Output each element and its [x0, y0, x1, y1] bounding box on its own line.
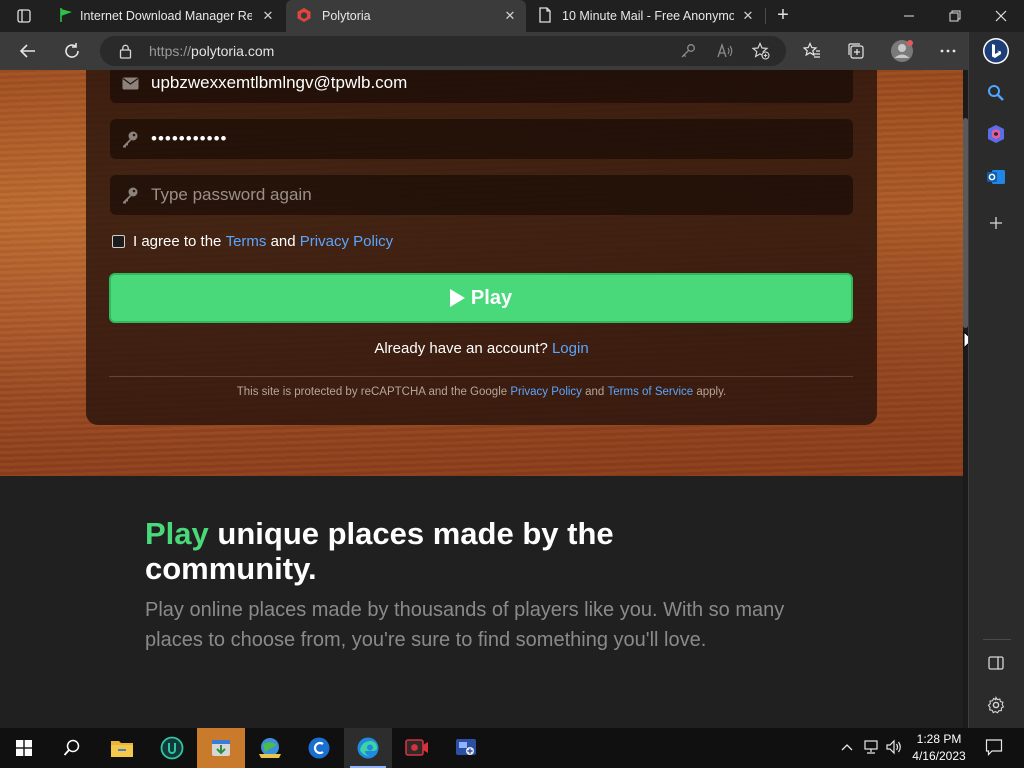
recaptcha-and: and — [585, 386, 605, 398]
key-icon — [121, 130, 139, 148]
tab-title: Polytoria — [322, 9, 371, 23]
close-tab-icon[interactable]: ✕ — [740, 8, 756, 24]
agree-prefix: I agree to the — [133, 233, 222, 250]
browser-toolbar: https://polytoria.com — [0, 32, 1024, 70]
file-explorer-icon[interactable] — [98, 728, 146, 768]
more-options-icon[interactable] — [933, 37, 963, 65]
url-scheme: https:// — [149, 43, 192, 59]
settings-gear-icon[interactable] — [983, 692, 1009, 718]
recaptcha-notice: This site is protected by reCAPTCHA and … — [86, 386, 877, 398]
edge-sidebar — [968, 32, 1024, 728]
read-aloud-icon[interactable] — [716, 42, 734, 60]
polytoria-logo-icon — [296, 7, 322, 26]
promo-body: Play online places made by thousands of … — [145, 599, 785, 651]
address-bar[interactable]: https://polytoria.com — [100, 36, 786, 66]
login-prompt-text: Already have an account? — [374, 340, 548, 357]
screen-recorder-icon[interactable] — [393, 728, 441, 768]
taskbar-clock[interactable]: 1:28 PM 4/16/2023 — [904, 731, 974, 765]
promo-heading-highlight: Play — [145, 516, 209, 551]
ccleaner-icon[interactable] — [295, 728, 343, 768]
key-icon[interactable] — [679, 42, 697, 60]
uplay-icon[interactable] — [148, 728, 196, 768]
clock-date: 4/16/2023 — [912, 749, 966, 763]
notifications-icon[interactable] — [983, 738, 1005, 756]
envelope-icon — [121, 74, 139, 92]
tab-actions-icon[interactable] — [8, 4, 40, 28]
sidebar-divider — [983, 639, 1011, 640]
recaptcha-prefix: This site is protected by reCAPTCHA and … — [236, 386, 508, 398]
tab-divider — [765, 8, 766, 24]
search-icon[interactable] — [48, 728, 96, 768]
edge-browser-icon[interactable] — [344, 728, 392, 768]
network-icon[interactable] — [862, 738, 880, 756]
password-value: ••••••••••• — [151, 129, 228, 148]
agree-and: and — [270, 233, 296, 250]
close-tab-icon[interactable]: ✕ — [260, 8, 276, 24]
tab-10-minute-mail[interactable]: 10 Minute Mail - Free Anonymou ✕ — [528, 0, 764, 32]
collections-icon[interactable] — [841, 37, 871, 65]
terms-link[interactable]: Terms — [226, 233, 267, 250]
confirm-password-field[interactable]: Type password again — [110, 175, 853, 215]
back-button[interactable] — [13, 37, 43, 65]
close-tab-icon[interactable]: ✕ — [502, 8, 518, 24]
hide-sidebar-icon[interactable] — [983, 650, 1009, 676]
web-page: upbzwexxemtlbmlngv@tpwlb.com •••••••••••… — [0, 70, 963, 728]
restore-button[interactable] — [932, 0, 978, 32]
network-globe-icon[interactable] — [246, 728, 294, 768]
recaptcha-suffix: apply. — [696, 386, 727, 398]
play-button-label: Play — [470, 286, 513, 309]
hero-background: upbzwexxemtlbmlngv@tpwlb.com •••••••••••… — [0, 70, 963, 476]
idm-taskbar-icon[interactable] — [197, 728, 245, 768]
url-text[interactable]: https://polytoria.com — [149, 43, 274, 59]
url-host: polytoria.com — [191, 43, 275, 59]
windows-taskbar: 1:28 PM 4/16/2023 — [0, 728, 1024, 768]
login-prompt: Already have an account? Login — [86, 340, 877, 357]
key-icon — [121, 186, 139, 204]
profile-avatar-icon[interactable] — [887, 37, 917, 65]
google-terms-link[interactable]: Terms of Service — [608, 386, 694, 398]
tab-polytoria[interactable]: Polytoria ✕ — [286, 0, 526, 32]
show-hidden-icons-chevron-icon[interactable] — [838, 738, 856, 756]
promo-section: Play unique places made by the community… — [0, 476, 963, 728]
tab-title: 10 Minute Mail - Free Anonymou — [562, 9, 734, 23]
agree-checkbox[interactable] — [112, 235, 125, 248]
confirm-password-placeholder: Type password again — [151, 185, 312, 204]
close-window-button[interactable] — [978, 0, 1024, 32]
new-tab-button[interactable]: + — [772, 4, 794, 28]
outlook-icon[interactable] — [983, 164, 1009, 190]
play-button[interactable]: Play — [109, 273, 853, 323]
promo-heading-rest: unique places made by the community. — [145, 516, 614, 586]
password-field[interactable]: ••••••••••• — [110, 119, 853, 159]
green-flag-icon — [58, 7, 80, 26]
lock-icon[interactable] — [116, 42, 134, 60]
email-field[interactable]: upbzwexxemtlbmlngv@tpwlb.com — [110, 70, 853, 103]
tab-internet-download-manager[interactable]: Internet Download Manager Reg ✕ — [48, 0, 284, 32]
add-icon[interactable] — [983, 210, 1009, 236]
terms-agreement: I agree to the Terms and Privacy Policy — [112, 233, 393, 250]
google-privacy-link[interactable]: Privacy Policy — [510, 386, 582, 398]
favorites-icon[interactable] — [797, 37, 827, 65]
start-button-icon[interactable] — [0, 728, 48, 768]
page-icon — [538, 6, 562, 26]
promo-heading: Play unique places made by the community… — [145, 516, 705, 586]
remote-desktop-icon[interactable] — [442, 728, 490, 768]
email-value: upbzwexxemtlbmlngv@tpwlb.com — [151, 73, 408, 92]
play-icon — [449, 289, 465, 307]
refresh-button[interactable] — [57, 37, 87, 65]
add-favorite-icon[interactable] — [752, 42, 770, 60]
browser-tab-bar: Internet Download Manager Reg ✕ Polytori… — [0, 0, 1024, 32]
clock-time: 1:28 PM — [916, 732, 962, 746]
search-icon[interactable] — [983, 80, 1009, 106]
minimize-button[interactable] — [886, 0, 932, 32]
login-link[interactable]: Login — [552, 340, 589, 357]
office-icon[interactable] — [983, 121, 1009, 147]
volume-icon[interactable] — [885, 738, 903, 756]
bing-chat-icon[interactable] — [981, 36, 1011, 66]
privacy-policy-link[interactable]: Privacy Policy — [300, 233, 393, 250]
tab-title: Internet Download Manager Reg — [80, 9, 252, 23]
divider — [109, 376, 853, 377]
signup-card: upbzwexxemtlbmlngv@tpwlb.com •••••••••••… — [86, 70, 877, 425]
